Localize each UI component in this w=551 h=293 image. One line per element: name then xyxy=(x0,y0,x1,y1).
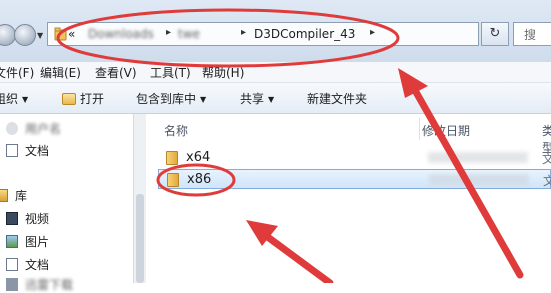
file-type: 文 xyxy=(542,152,551,166)
include-in-library-button[interactable]: 包含到库中 ▼ xyxy=(136,90,206,107)
breadcrumb-overflow[interactable]: « xyxy=(68,27,75,41)
file-row-x86[interactable]: x86 文 xyxy=(158,169,551,189)
document-icon xyxy=(6,258,18,271)
breadcrumb[interactable]: « Downloads ▸ twe ▸ D3DCompiler_43 ▸ xyxy=(47,22,479,46)
nav-item-documents-2[interactable]: 文档 xyxy=(6,256,49,273)
folder-icon xyxy=(166,151,178,165)
nav-scrollbar[interactable] xyxy=(133,114,146,283)
open-folder-icon xyxy=(62,93,76,105)
nav-item-pictures-label: 图片 xyxy=(25,235,50,249)
menu-tools[interactable]: 工具(T) xyxy=(150,64,191,81)
open-button[interactable]: 打开 xyxy=(62,90,104,107)
user-icon xyxy=(6,122,18,135)
nav-item-videos[interactable]: 视频 xyxy=(6,210,49,227)
breadcrumb-downloads[interactable]: Downloads xyxy=(88,27,154,41)
column-divider[interactable] xyxy=(419,118,420,140)
new-folder-button[interactable]: 新建文件夹 xyxy=(307,90,367,107)
organize-button[interactable]: 组织 ▼ xyxy=(0,90,28,107)
column-header-name[interactable]: 名称 xyxy=(164,122,188,139)
nav-item-pictures[interactable]: 图片 xyxy=(6,233,49,250)
document-icon xyxy=(6,144,18,157)
file-type: 文 xyxy=(543,174,551,188)
menu-edit[interactable]: 编辑(E) xyxy=(40,64,81,81)
file-date-redacted xyxy=(429,174,529,185)
organize-label: 组织 xyxy=(0,92,19,106)
menu-view[interactable]: 查看(V) xyxy=(95,64,137,81)
menu-help[interactable]: 帮助(H) xyxy=(202,64,244,81)
folder-icon xyxy=(167,173,179,187)
include-in-library-label: 包含到库中 xyxy=(136,92,197,106)
file-list: 名称 修改日期 类型 x64 文 x86 文 xyxy=(146,114,551,283)
address-bar-region: ▼ « Downloads ▸ twe ▸ D3DCompiler_43 ▸ ↻… xyxy=(0,0,551,62)
chevron-down-icon: ▼ xyxy=(22,95,29,104)
nav-item-library-label: 库 xyxy=(15,189,28,203)
column-header-date[interactable]: 修改日期 xyxy=(422,122,470,139)
refresh-icon: ↻ xyxy=(489,26,501,41)
file-name: x64 xyxy=(186,150,211,165)
search-input[interactable]: 搜 xyxy=(513,22,551,46)
breadcrumb-user-folder-label: twe xyxy=(178,27,200,41)
refresh-button[interactable]: ↻ xyxy=(481,22,509,46)
chevron-down-icon: ▼ xyxy=(268,95,275,104)
breadcrumb-downloads-label: Downloads xyxy=(88,27,154,41)
file-name: x86 xyxy=(187,172,212,187)
breadcrumb-separator-icon[interactable]: ▸ xyxy=(166,27,171,38)
nav-item-videos-label: 视频 xyxy=(25,212,50,226)
video-icon xyxy=(6,212,18,225)
menu-file[interactable]: 文件(F) xyxy=(0,64,34,81)
nav-item-downloads[interactable]: 迅雷下载 xyxy=(6,276,73,293)
nav-item-documents[interactable]: 文档 xyxy=(6,142,49,159)
library-icon xyxy=(0,189,8,202)
breadcrumb-current[interactable]: D3DCompiler_43 xyxy=(254,27,355,41)
breadcrumb-user-folder[interactable]: twe xyxy=(178,27,230,41)
music-icon xyxy=(6,278,18,291)
open-label: 打开 xyxy=(80,92,105,106)
nav-scrollbar-thumb[interactable] xyxy=(136,194,144,283)
nav-item-user[interactable]: 用户名 xyxy=(6,120,61,137)
picture-icon xyxy=(6,235,18,248)
file-row-x64[interactable]: x64 文 xyxy=(158,148,551,168)
navigation-pane: 用户名 文档 库 视频 图片 文档 迅雷下载 xyxy=(0,114,133,292)
menu-bar: 文件(F) 编辑(E) 查看(V) 工具(T) 帮助(H) xyxy=(0,62,551,83)
nav-item-downloads-label: 迅雷下载 xyxy=(25,278,74,292)
breadcrumb-separator-icon[interactable]: ▸ xyxy=(370,27,375,38)
share-label: 共享 xyxy=(240,92,265,106)
nav-item-documents-2-label: 文档 xyxy=(25,258,50,272)
forward-button[interactable] xyxy=(14,24,36,46)
chevron-down-icon: ▼ xyxy=(200,95,207,104)
command-bar: 组织 ▼ 打开 包含到库中 ▼ 共享 ▼ 新建文件夹 xyxy=(0,83,551,114)
recent-pages-dropdown-icon[interactable]: ▼ xyxy=(37,31,43,40)
nav-item-documents-label: 文档 xyxy=(25,144,50,158)
share-button[interactable]: 共享 ▼ xyxy=(240,90,274,107)
folder-icon xyxy=(54,27,67,41)
file-date-redacted xyxy=(428,152,528,163)
breadcrumb-separator-icon[interactable]: ▸ xyxy=(241,27,246,38)
nav-item-library[interactable]: 库 xyxy=(0,187,27,204)
nav-item-user-label: 用户名 xyxy=(25,122,62,136)
